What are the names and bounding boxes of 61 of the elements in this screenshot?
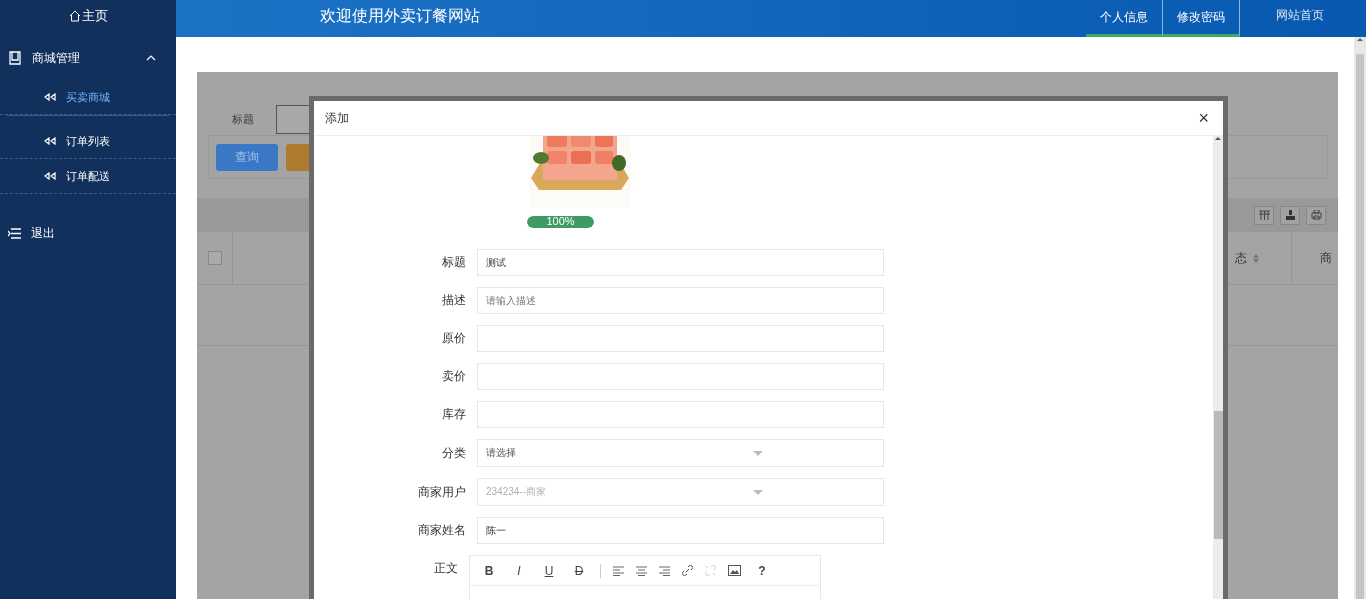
field-label: 分类: [441, 444, 466, 462]
field-label: 商家姓名: [417, 522, 466, 539]
field-label: 卖价: [441, 368, 466, 385]
home-label: 主页: [81, 7, 108, 25]
field-label: 描述: [441, 292, 466, 309]
align-right-icon[interactable]: [659, 565, 670, 576]
unlink-icon[interactable]: [705, 565, 716, 576]
input-field[interactable]: 请输入描述: [477, 287, 884, 314]
double-arrow-icon: [44, 137, 56, 145]
home-icon: [68, 10, 81, 22]
sort-icon: [1253, 253, 1259, 263]
select-field[interactable]: 请选择: [477, 439, 884, 467]
field-label: 商家用户: [417, 483, 466, 501]
input-field[interactable]: [477, 363, 884, 390]
column-header[interactable]: 商: [1292, 232, 1338, 284]
list-icon: [8, 227, 21, 239]
print-button[interactable]: [1306, 205, 1326, 225]
page-scrollbar[interactable]: [1354, 37, 1366, 599]
progress-label: 100%: [545, 216, 576, 227]
site-title: 欢迎使用外卖订餐网站: [320, 6, 481, 26]
nav-link[interactable]: 网站首页: [1262, 0, 1338, 37]
align-left-icon[interactable]: [613, 565, 624, 576]
format-button[interactable]: D: [570, 563, 588, 578]
field-label: 原价: [441, 330, 466, 347]
help-button[interactable]: ?: [753, 563, 771, 578]
home-link[interactable]: 主页: [0, 0, 176, 32]
link-icon[interactable]: [682, 565, 693, 576]
input-field[interactable]: 陈一: [477, 517, 884, 544]
export-button[interactable]: [1280, 205, 1300, 225]
input-field[interactable]: [477, 401, 884, 428]
dropdown-caret-icon: [753, 490, 763, 495]
double-arrow-icon: [44, 172, 56, 180]
scroll-up-icon: [1215, 136, 1221, 141]
logout-link[interactable]: 退出: [0, 216, 176, 250]
format-button[interactable]: U: [540, 563, 558, 578]
columns-icon: [1258, 210, 1270, 220]
modal-title: 添加: [325, 109, 349, 127]
search-label: 标题: [232, 111, 254, 127]
field-label: 库存: [441, 406, 466, 423]
column-header[interactable]: 态: [1229, 232, 1292, 284]
menu-group[interactable]: 商城管理: [0, 36, 176, 80]
chevron-icon: [146, 54, 156, 62]
format-button[interactable]: I: [510, 563, 528, 578]
image-icon[interactable]: [728, 565, 741, 576]
input-field[interactable]: [477, 325, 884, 352]
input-field[interactable]: 测试: [477, 249, 884, 276]
field-label: 正文: [433, 560, 458, 577]
tray-icon: [1284, 210, 1296, 220]
modal-scrollbar[interactable]: [1213, 136, 1223, 599]
menu-group-label: 商城管理: [32, 49, 81, 67]
print-icon: [1310, 210, 1322, 220]
rich-text-editor[interactable]: B I U D ?: [469, 555, 821, 599]
field-label: 标题: [441, 254, 466, 271]
dropdown-caret-icon: [753, 451, 763, 456]
select-all-checkbox[interactable]: [207, 251, 222, 265]
book-icon: [8, 51, 22, 65]
format-button[interactable]: B: [480, 563, 498, 578]
columns-button[interactable]: [1254, 205, 1274, 225]
double-arrow-icon: [44, 93, 56, 101]
align-center-icon[interactable]: [636, 565, 647, 576]
close-button[interactable]: ×: [1198, 109, 1209, 127]
